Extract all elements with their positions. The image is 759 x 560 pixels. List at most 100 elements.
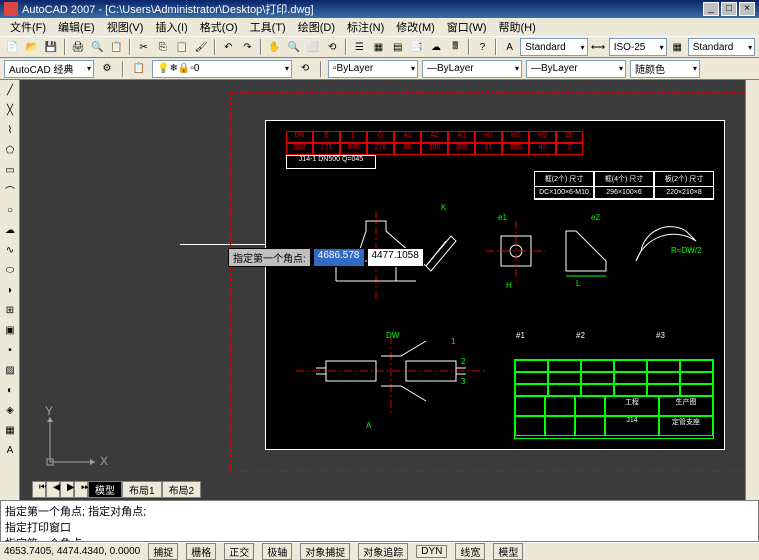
design-center-icon[interactable]: ▦ [370,38,387,56]
vertical-scrollbar[interactable] [745,80,759,500]
hatch-icon[interactable]: ▨ [1,361,19,379]
markup-icon[interactable]: ☁ [427,38,444,56]
dyn-x[interactable]: 4686.578 [313,248,365,267]
dyn-y[interactable]: 4477.1058 [367,248,424,267]
drawing-content: DN B L G A1 A2 A3 H1 H2 H3 ZL 500 275 64… [265,120,725,450]
menu-dimension[interactable]: 标注(N) [341,19,390,35]
dim-h: H [506,281,512,290]
layer-dropdown[interactable]: 💡❄🔒▫ 0 [152,60,292,78]
menu-window[interactable]: 窗口(W) [441,19,493,35]
linetype-dropdown[interactable]: — ByLayer [422,60,522,78]
color-dropdown[interactable]: ▫ ByLayer [328,60,418,78]
gradient-icon[interactable]: ◐ [1,381,19,399]
plotstyle-dropdown[interactable]: 随颜色 [630,60,700,78]
menu-help[interactable]: 帮助(H) [493,19,542,35]
tablestyle-icon[interactable]: ▦ [669,38,686,56]
tab-model[interactable]: 模型 [88,481,122,498]
save-icon[interactable]: 💾 [42,38,59,56]
tb-name: 定管支座 [659,416,713,436]
tab-layout1[interactable]: 布局1 [122,481,162,498]
osnap-toggle[interactable]: 对象捕捉 [300,543,350,560]
ortho-toggle[interactable]: 正交 [224,543,254,560]
mtext-icon[interactable]: A [1,441,19,459]
rectangle-icon[interactable]: ▭ [1,161,19,179]
calc-icon[interactable]: 🖩 [447,38,464,56]
point-icon[interactable]: • [1,341,19,359]
preview-icon[interactable]: 🔍 [89,38,106,56]
new-icon[interactable]: 📄 [4,38,21,56]
tablestyle-dropdown[interactable]: Standard [688,38,755,56]
revcloud-icon[interactable]: ☁ [1,221,19,239]
tab-layout2[interactable]: 布局2 [162,481,202,498]
layer-props-icon[interactable]: 📋 [130,60,148,78]
tb-proj-val: 生产图 [659,396,713,416]
dimstyle-icon[interactable]: ⟷ [590,38,607,56]
menu-view[interactable]: 视图(V) [101,19,150,35]
ellipse-icon[interactable]: ⬭ [1,261,19,279]
menu-modify[interactable]: 修改(M) [390,19,441,35]
ellipse-arc-icon[interactable]: ◗ [1,281,19,299]
undo-icon[interactable]: ↶ [220,38,237,56]
menu-edit[interactable]: 编辑(E) [52,19,101,35]
lineweight-dropdown[interactable]: — ByLayer [526,60,626,78]
lwt-toggle[interactable]: 线宽 [455,543,485,560]
match-icon[interactable]: 🖌 [193,38,210,56]
maximize-button[interactable]: □ [721,2,737,16]
tab-prev-icon[interactable]: ◀ [46,481,60,498]
xline-icon[interactable]: ╳ [1,101,19,119]
polar-toggle[interactable]: 极轴 [262,543,292,560]
zoom-prev-icon[interactable]: ⟲ [324,38,341,56]
menu-draw[interactable]: 绘图(D) [292,19,341,35]
zoom-icon[interactable]: 🔍 [285,38,302,56]
properties-toolbar: AutoCAD 经典 ⚙ 📋 💡❄🔒▫ 0 ⟲ ▫ ByLayer — ByLa… [0,58,759,80]
line-icon[interactable]: ╱ [1,81,19,99]
zoom-window-icon[interactable]: ⬜ [304,38,321,56]
model-toggle[interactable]: 模型 [493,543,523,560]
command-line[interactable]: 指定第一个角点; 指定对角点; 指定打印窗口 指定第一个角点; [0,500,759,542]
help-icon[interactable]: ? [474,38,491,56]
insert-block-icon[interactable]: ⊞ [1,301,19,319]
menu-tools[interactable]: 工具(T) [244,19,292,35]
dyn-toggle[interactable]: DYN [416,545,447,558]
spline-icon[interactable]: ∿ [1,241,19,259]
redo-icon[interactable]: ↷ [239,38,256,56]
col-a2: A2 [421,131,448,143]
copy-icon[interactable]: ⎘ [154,38,171,56]
minimize-button[interactable]: _ [703,2,719,16]
region-icon[interactable]: ◈ [1,401,19,419]
sheet-set-icon[interactable]: 📑 [408,38,425,56]
spec-v2: 296×100×6 [595,187,653,199]
otrack-toggle[interactable]: 对象追踪 [358,543,408,560]
textstyle-dropdown[interactable]: Standard [520,38,587,56]
print-icon[interactable]: 🖨 [70,38,87,56]
paste-icon[interactable]: 📋 [173,38,190,56]
col-g: G [367,131,394,143]
cut-icon[interactable]: ✂ [135,38,152,56]
table-icon[interactable]: ▦ [1,421,19,439]
tab-first-icon[interactable]: ⏮ [32,481,46,498]
menu-file[interactable]: 文件(F) [4,19,52,35]
tab-last-icon[interactable]: ⏭ [74,481,88,498]
textstyle-icon[interactable]: A [501,38,518,56]
workspace-dropdown[interactable]: AutoCAD 经典 [4,60,94,78]
dimstyle-dropdown[interactable]: ISO-25 [609,38,667,56]
menu-insert[interactable]: 插入(I) [149,19,193,35]
close-button[interactable]: × [739,2,755,16]
properties-icon[interactable]: ☰ [351,38,368,56]
open-icon[interactable]: 📂 [23,38,40,56]
grid-toggle[interactable]: 栅格 [186,543,216,560]
polyline-icon[interactable]: ⌇ [1,121,19,139]
pan-icon[interactable]: ✋ [266,38,283,56]
make-block-icon[interactable]: ▣ [1,321,19,339]
menu-format[interactable]: 格式(O) [194,19,244,35]
publish-icon[interactable]: 📋 [108,38,125,56]
tool-palette-icon[interactable]: ▤ [389,38,406,56]
tab-next-icon[interactable]: ▶ [60,481,74,498]
drawing-canvas[interactable]: DN B L G A1 A2 A3 H1 H2 H3 ZL 500 275 64… [20,80,759,500]
layer-prev-icon[interactable]: ⟲ [296,60,314,78]
workspace-settings-icon[interactable]: ⚙ [98,60,116,78]
snap-toggle[interactable]: 捕捉 [148,543,178,560]
circle-icon[interactable]: ○ [1,201,19,219]
arc-icon[interactable]: ⌒ [1,181,19,199]
polygon-icon[interactable]: ⬠ [1,141,19,159]
